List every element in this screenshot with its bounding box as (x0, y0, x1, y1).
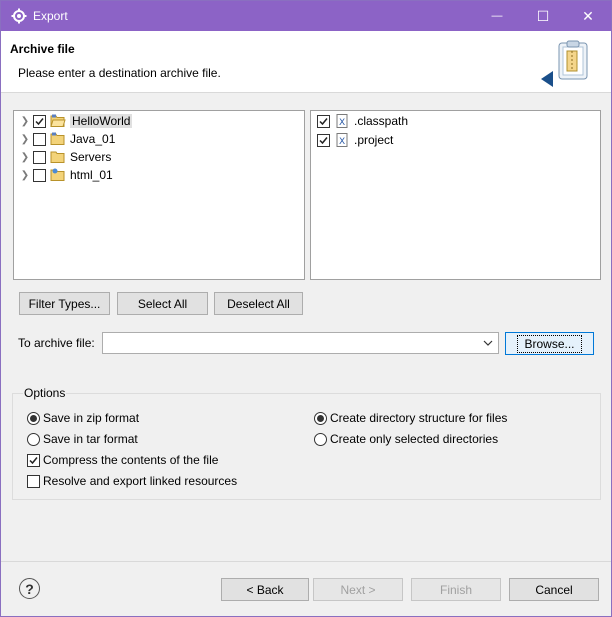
browse-button[interactable]: Browse... (505, 332, 594, 355)
tree-item-helloworld[interactable]: ❯ HelloWorld (20, 112, 133, 130)
tree-item-checkbox[interactable] (33, 114, 46, 128)
tree-item-checkbox[interactable] (33, 150, 46, 164)
checkbox-unchecked[interactable] (27, 474, 40, 488)
checkbox-checked[interactable] (27, 453, 40, 467)
finish-button[interactable]: Finish (411, 578, 501, 601)
xml-file-icon: X (336, 114, 348, 128)
export-dialog: Export — ☐ ✕ Archive file Please enter a… (0, 0, 612, 617)
footer-separator (1, 561, 611, 562)
xml-file-icon: X (336, 133, 348, 147)
save-tar-radio[interactable]: Save in tar format (27, 431, 138, 447)
open-folder-icon (50, 114, 66, 127)
tree-item-checkbox[interactable] (33, 132, 46, 146)
browse-button-label: Browse... (517, 334, 582, 353)
radio-selected[interactable] (27, 411, 40, 425)
tree-item-label: html_01 (70, 168, 113, 182)
tree-item-servers[interactable]: ❯ Servers (20, 148, 112, 166)
next-button[interactable]: Next > (313, 578, 403, 601)
folder-icon (50, 151, 65, 163)
close-button[interactable]: ✕ (565, 1, 611, 31)
minimize-button[interactable]: — (474, 1, 520, 31)
archive-file-label: To archive file: (18, 336, 95, 350)
page-title: Archive file (10, 42, 75, 56)
maximize-icon: ☐ (536, 7, 550, 24)
chevron-right-icon[interactable]: ❯ (20, 152, 30, 163)
list-item-label: .classpath (354, 114, 409, 128)
resolve-links-label: Resolve and export linked resources (43, 474, 238, 488)
close-icon: ✕ (582, 7, 594, 24)
gear-icon (11, 8, 27, 24)
compress-label: Compress the contents of the file (43, 453, 219, 467)
chevron-right-icon[interactable]: ❯ (20, 134, 30, 145)
create-selected-dirs-radio[interactable]: Create only selected directories (314, 431, 498, 447)
list-item-checkbox[interactable] (317, 133, 330, 147)
archive-wizard-icon (541, 40, 588, 87)
title-bar[interactable]: Export — ☐ ✕ (1, 1, 611, 31)
maximize-button[interactable]: ☐ (520, 1, 566, 31)
help-icon[interactable]: ? (19, 578, 40, 599)
tree-item-label: HelloWorld (70, 114, 133, 128)
create-dir-structure-radio[interactable]: Create directory structure for files (314, 410, 507, 426)
wizard-banner: Archive file Please enter a destination … (1, 31, 611, 93)
create-selected-dirs-label: Create only selected directories (330, 432, 499, 446)
tree-item-html01[interactable]: ❯ html_01 (20, 166, 113, 184)
project-tree[interactable]: ❯ HelloWorld ❯ Java_01 ❯ Servers ❯ html_… (13, 110, 305, 280)
select-all-button[interactable]: Select All (117, 292, 208, 315)
tree-item-checkbox[interactable] (33, 168, 46, 182)
minimize-icon: — (491, 10, 503, 22)
project-folder-icon (50, 132, 65, 145)
window-title: Export (33, 9, 68, 23)
cancel-button[interactable]: Cancel (509, 578, 599, 601)
options-group-title: Options (23, 386, 67, 400)
radio-selected[interactable] (314, 411, 327, 425)
save-tar-label: Save in tar format (43, 432, 138, 446)
list-item-label: .project (354, 133, 394, 147)
compress-checkbox[interactable]: Compress the contents of the file (27, 452, 218, 468)
chevron-right-icon[interactable]: ❯ (20, 116, 30, 127)
web-project-icon (50, 168, 65, 181)
create-dir-structure-label: Create directory structure for files (330, 411, 508, 425)
save-zip-radio[interactable]: Save in zip format (27, 410, 139, 426)
radio-unselected[interactable] (27, 432, 40, 446)
save-zip-label: Save in zip format (43, 411, 140, 425)
tree-item-label: Servers (70, 150, 112, 164)
filter-types-button[interactable]: Filter Types... (19, 292, 110, 315)
list-item-checkbox[interactable] (317, 114, 330, 128)
page-description: Please enter a destination archive file. (18, 66, 221, 80)
archive-file-combo[interactable] (102, 332, 499, 354)
svg-text:X: X (339, 118, 345, 128)
resolve-links-checkbox[interactable]: Resolve and export linked resources (27, 473, 237, 489)
list-item-project[interactable]: X .project (317, 131, 393, 149)
svg-text:X: X (339, 137, 345, 147)
list-item-classpath[interactable]: X .classpath (317, 112, 408, 130)
back-button[interactable]: < Back (221, 578, 309, 601)
tree-item-label: Java_01 (70, 132, 116, 146)
deselect-all-button[interactable]: Deselect All (214, 292, 303, 315)
chevron-down-icon[interactable] (482, 336, 494, 350)
radio-unselected[interactable] (314, 432, 327, 446)
tree-item-java01[interactable]: ❯ Java_01 (20, 130, 116, 148)
chevron-right-icon[interactable]: ❯ (20, 170, 30, 181)
file-list[interactable]: X .classpath X .project (310, 110, 601, 280)
